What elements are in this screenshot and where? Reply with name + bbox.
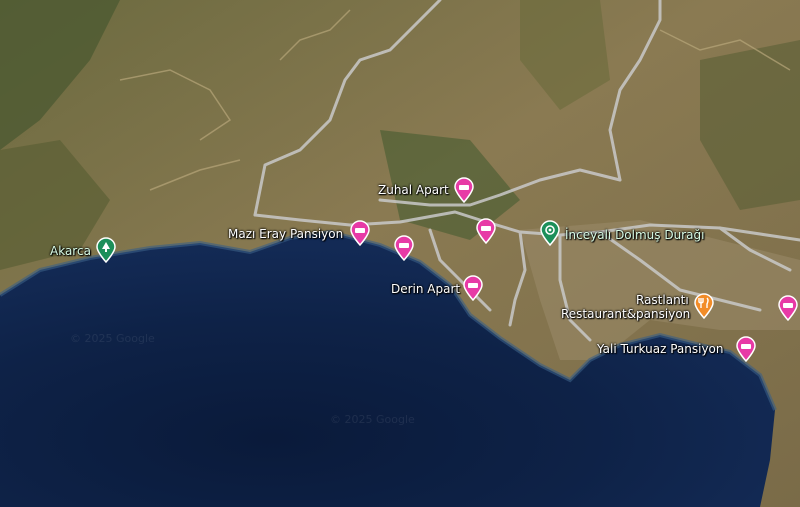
place-label-rastlanti-line2[interactable]: Restaurant&pansiyon xyxy=(561,307,690,321)
bed-icon xyxy=(736,336,756,362)
bed-icon xyxy=(350,220,370,246)
lodging-marker[interactable] xyxy=(349,220,371,246)
restaurant-marker[interactable] xyxy=(693,293,715,319)
lodging-marker[interactable] xyxy=(462,275,484,301)
place-label-mazi-eray[interactable]: Mazı Eray Pansiyon xyxy=(228,227,343,241)
place-label-yali-turkuaz[interactable]: Yali Turkuaz Pansiyon xyxy=(597,342,724,356)
lodging-marker[interactable] xyxy=(453,177,475,203)
bed-icon xyxy=(476,218,496,244)
place-label-zuhal[interactable]: Zuhal Apart xyxy=(378,183,449,197)
place-label-derin[interactable]: Derin Apart xyxy=(391,282,460,296)
place-label-akarca[interactable]: Akarca xyxy=(50,244,91,258)
fork-knife-icon xyxy=(694,293,714,319)
bed-icon xyxy=(454,177,474,203)
bus-stop-icon xyxy=(540,220,560,246)
place-label-rastlanti-line1[interactable]: Rastlantı xyxy=(636,293,689,307)
park-icon xyxy=(96,237,116,263)
bed-icon xyxy=(463,275,483,301)
bed-icon xyxy=(394,235,414,261)
place-label-inceyali[interactable]: İnceyalı Dolmuş Durağı xyxy=(565,228,704,242)
map-watermark: © 2025 Google xyxy=(330,413,415,426)
transit-marker[interactable] xyxy=(539,220,561,246)
bed-icon xyxy=(778,295,798,321)
lodging-marker[interactable] xyxy=(735,336,757,362)
satellite-map[interactable]: © 2025 Google © 2025 Google Akarca Mazı … xyxy=(0,0,800,507)
lodging-marker[interactable] xyxy=(777,295,799,321)
map-watermark: © 2025 Google xyxy=(70,332,155,345)
park-marker[interactable] xyxy=(95,237,117,263)
lodging-marker[interactable] xyxy=(393,235,415,261)
lodging-marker[interactable] xyxy=(475,218,497,244)
